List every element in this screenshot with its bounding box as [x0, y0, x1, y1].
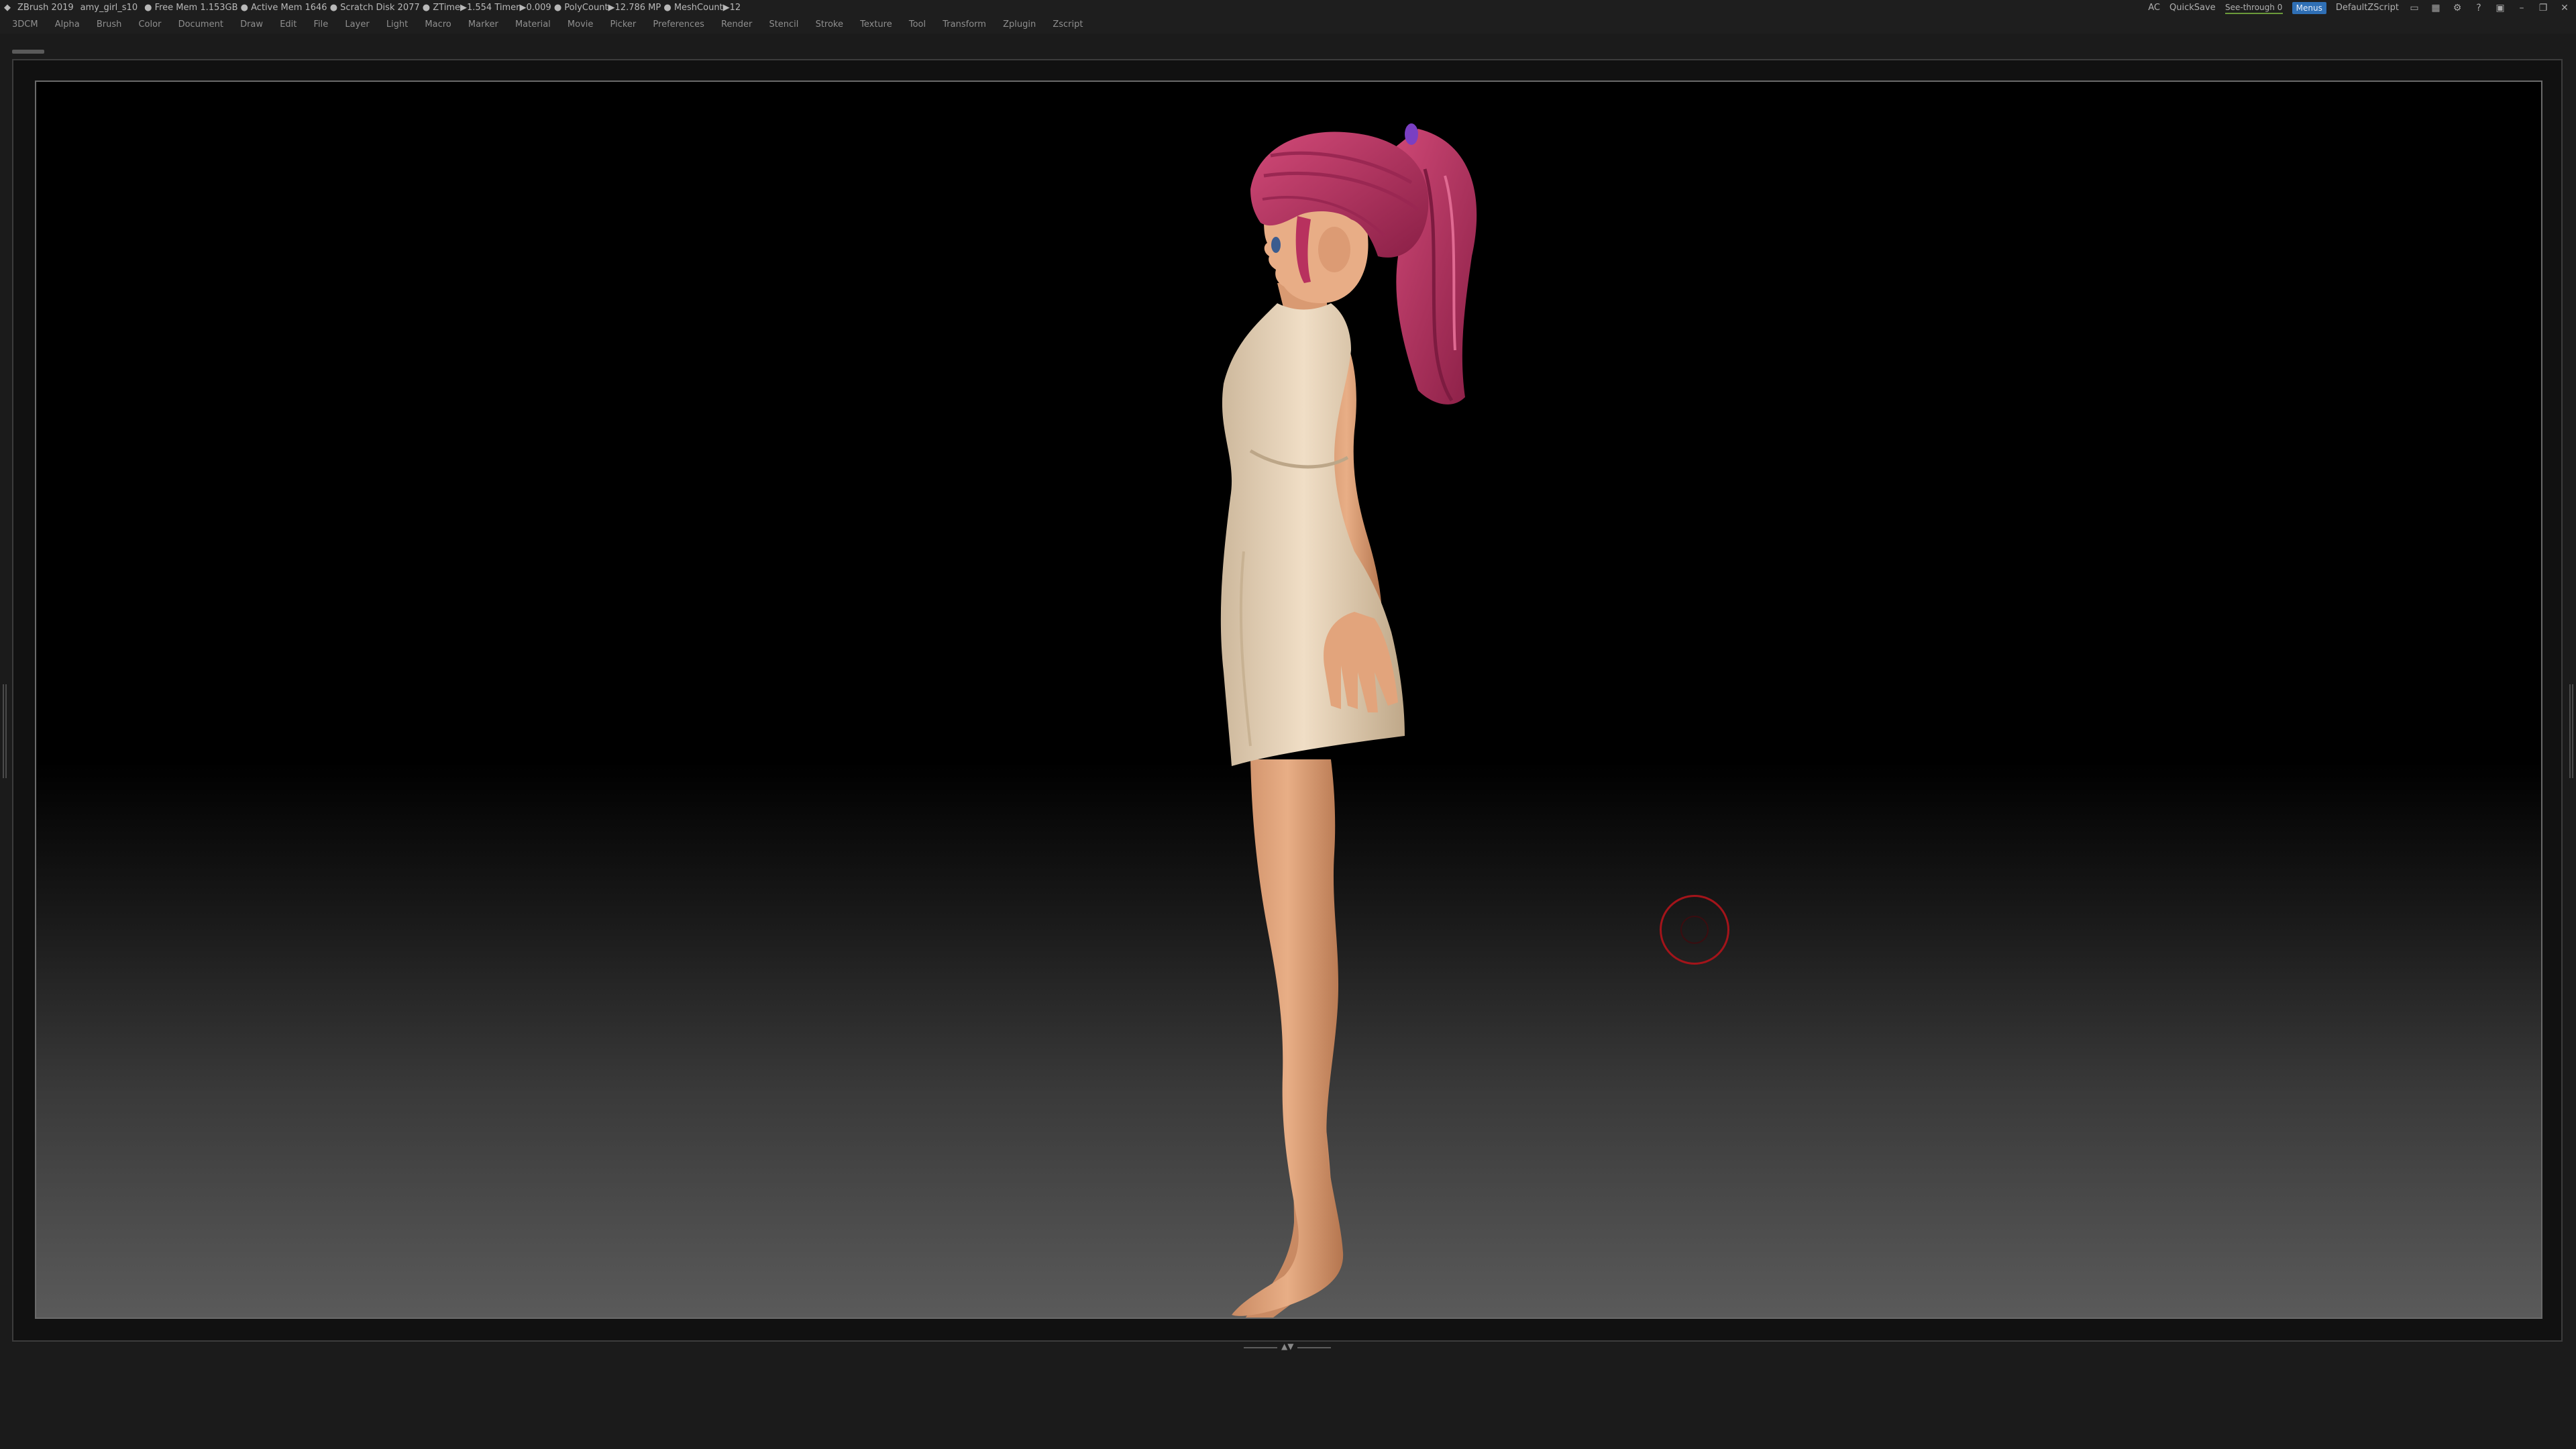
menu-brush[interactable]: Brush	[97, 19, 122, 30]
menu-zscript[interactable]: Zscript	[1053, 19, 1083, 30]
character-model	[1220, 123, 1477, 1318]
help-icon[interactable]: ?	[2473, 2, 2485, 14]
menu-macro[interactable]: Macro	[425, 19, 451, 30]
ac-label[interactable]: AC	[2148, 0, 2160, 16]
menu-alpha[interactable]: Alpha	[55, 19, 80, 30]
app-name: ZBrush 2019	[17, 3, 74, 13]
menu-bar: 3DCM Alpha Brush Color Document Draw Edi…	[0, 16, 2576, 34]
right-tray-handle[interactable]	[2569, 684, 2573, 778]
eye	[1271, 237, 1281, 253]
see-through-slider[interactable]: See-through 0	[2224, 2, 2283, 14]
menu-zplugin[interactable]: Zplugin	[1003, 19, 1036, 30]
menu-texture[interactable]: Texture	[860, 19, 892, 30]
restore-icon[interactable]: ❐	[2537, 2, 2549, 14]
menu-stroke[interactable]: Stroke	[816, 19, 843, 30]
settings-icon[interactable]: ⚙	[2451, 2, 2463, 14]
layout-icon[interactable]: ▭	[2408, 2, 2420, 14]
menu-movie[interactable]: Movie	[568, 19, 593, 30]
menu-file[interactable]: File	[314, 19, 329, 30]
hair-tie	[1405, 123, 1418, 145]
menu-draw[interactable]: Draw	[240, 19, 263, 30]
menu-3dcm[interactable]: 3DCM	[12, 19, 38, 30]
tray-tab-handle[interactable]	[12, 50, 44, 54]
front-leg	[1232, 759, 1344, 1316]
menu-material[interactable]: Material	[515, 19, 551, 30]
menu-stencil[interactable]: Stencil	[769, 19, 798, 30]
memory-stats: ● Free Mem 1.153GB ● Active Mem 1646 ● S…	[144, 3, 741, 13]
lock-icon[interactable]: ▣	[2494, 2, 2506, 14]
menu-light[interactable]: Light	[386, 19, 408, 30]
document-canvas[interactable]	[35, 80, 2542, 1319]
menu-layer[interactable]: Layer	[345, 19, 369, 30]
menu-tool[interactable]: Tool	[909, 19, 926, 30]
menu-render[interactable]: Render	[721, 19, 752, 30]
menu-marker[interactable]: Marker	[468, 19, 498, 30]
minimize-icon[interactable]: –	[2516, 2, 2528, 14]
palette-icon[interactable]: ▦	[2430, 2, 2442, 14]
menu-edit[interactable]: Edit	[280, 19, 297, 30]
menu-color[interactable]: Color	[138, 19, 161, 30]
bottom-tray-handle[interactable]: ▲▼	[1244, 1342, 1331, 1351]
title-bar: ◆ ZBrush 2019 amy_girl_s10 ● Free Mem 1.153…	[0, 0, 2576, 16]
close-icon[interactable]: ✕	[2559, 2, 2571, 14]
document-name: amy_girl_s10	[80, 3, 138, 13]
menu-preferences[interactable]: Preferences	[653, 19, 704, 30]
ear	[1318, 227, 1350, 272]
menu-transform[interactable]: Transform	[943, 19, 986, 30]
menu-picker[interactable]: Picker	[610, 19, 637, 30]
app-icon: ◆	[4, 3, 11, 13]
menu-document[interactable]: Document	[178, 19, 223, 30]
expand-arrows-icon[interactable]: ▲▼	[1281, 1342, 1293, 1351]
menus-toggle-button[interactable]: Menus	[2292, 2, 2326, 14]
left-tray-handle[interactable]	[3, 684, 7, 778]
default-zscript-button[interactable]: DefaultZScript	[2336, 0, 2399, 16]
dress	[1220, 303, 1405, 766]
brush-cursor	[1660, 895, 1729, 965]
quicksave-button[interactable]: QuickSave	[2169, 0, 2216, 16]
